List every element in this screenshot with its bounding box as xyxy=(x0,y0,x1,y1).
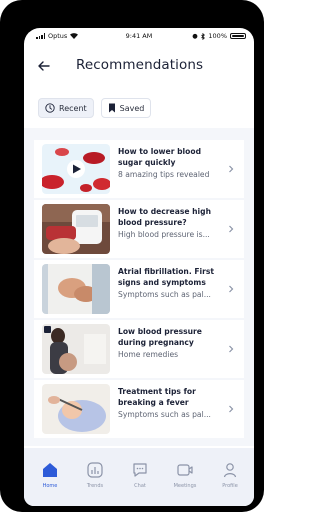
pregnant-woman-thumbnail xyxy=(42,324,110,374)
item-subtitle: Home remedies xyxy=(118,350,179,359)
list-item[interactable]: How to decrease high blood pressure? Hig… xyxy=(34,200,244,258)
blood-pressure-monitor-thumbnail xyxy=(42,204,110,254)
item-text: Low blood pressure during pregnancy Home… xyxy=(118,326,222,360)
clock-icon xyxy=(45,103,55,113)
list-item[interactable]: Low blood pressure during pregnancy Home… xyxy=(34,320,244,378)
item-title-line: blood pressure? xyxy=(118,218,187,227)
filter-chips: Recent Saved xyxy=(38,98,152,118)
item-subtitle: Symptoms such as pal... xyxy=(118,410,211,419)
tab-label: Trends xyxy=(86,483,104,489)
list-item[interactable]: How to lower blood sugar quickly 8 amazi… xyxy=(34,140,244,198)
recommendation-list: How to lower blood sugar quickly 8 amazi… xyxy=(24,136,254,446)
filter-chip-label: Recent xyxy=(59,103,87,113)
chevron-right-icon xyxy=(229,405,234,413)
item-text: How to lower blood sugar quickly 8 amazi… xyxy=(118,146,222,180)
alarm-icon xyxy=(193,33,198,39)
chevron-right-icon xyxy=(229,285,234,293)
tab-profile[interactable]: Profile xyxy=(210,460,250,489)
tab-meetings[interactable]: Meetings xyxy=(165,460,205,489)
phone-frame: Optus 9:41 AM 100% Recommendations Recen… xyxy=(0,0,264,512)
chevron-right-icon xyxy=(229,225,234,233)
tab-label: Chat xyxy=(134,483,146,489)
tab-chat[interactable]: Chat xyxy=(120,460,160,489)
status-right: 100% xyxy=(192,32,246,40)
list-item[interactable]: Treatment tips for breaking a fever Symp… xyxy=(34,380,244,438)
item-subtitle: 8 amazing tips revealed xyxy=(118,170,210,179)
status-bar: Optus 9:41 AM 100% xyxy=(24,28,254,44)
filter-chip-label: Saved xyxy=(119,103,145,113)
home-icon xyxy=(43,463,57,477)
bookmark-icon xyxy=(108,103,115,113)
trends-icon xyxy=(87,462,103,478)
tab-label: Home xyxy=(42,483,58,489)
bottom-tab-bar: Home Trends Chat Meetings Profile xyxy=(24,448,254,506)
tab-label: Meetings xyxy=(173,483,197,489)
chest-pain-thumbnail xyxy=(42,264,110,314)
item-text: Atrial fibrillation. First signs and sym… xyxy=(118,266,222,300)
item-title-line: Treatment tips for xyxy=(118,387,196,396)
tab-label: Profile xyxy=(222,483,238,489)
item-title-line: sugar quickly xyxy=(118,158,176,167)
video-call-icon xyxy=(177,464,193,476)
section-divider xyxy=(24,128,254,136)
item-subtitle: Symptoms such as pal... xyxy=(118,290,211,299)
item-text: Treatment tips for breaking a fever Symp… xyxy=(118,386,222,420)
item-title-line: Low blood pressure xyxy=(118,327,202,336)
chevron-right-icon xyxy=(229,165,234,173)
app-screen: Optus 9:41 AM 100% Recommendations Recen… xyxy=(24,28,254,506)
list-item[interactable]: Atrial fibrillation. First signs and sym… xyxy=(34,260,244,318)
filter-chip-recent[interactable]: Recent xyxy=(38,98,94,118)
child-thermometer-thumbnail xyxy=(42,384,110,434)
item-text: How to decrease high blood pressure? Hig… xyxy=(118,206,222,240)
battery-percent: 100% xyxy=(208,32,227,40)
blood-cells-video-thumbnail xyxy=(42,144,110,194)
item-title-line: signs and symptoms xyxy=(118,278,206,287)
tab-trends[interactable]: Trends xyxy=(75,460,115,489)
page-title: Recommendations xyxy=(76,57,204,73)
back-arrow-icon[interactable] xyxy=(34,56,54,76)
header: Recommendations xyxy=(24,52,254,84)
tab-home[interactable]: Home xyxy=(30,460,70,489)
item-subtitle: High blood pressure is... xyxy=(118,230,210,239)
profile-icon xyxy=(223,463,237,478)
chevron-right-icon xyxy=(229,345,234,353)
item-title-line: during pregnancy xyxy=(118,338,194,347)
item-title-line: Atrial fibrillation. First xyxy=(118,267,215,276)
item-title-line: How to lower blood xyxy=(118,147,202,156)
filter-chip-saved[interactable]: Saved xyxy=(100,98,152,118)
battery-icon xyxy=(230,33,246,39)
chat-icon xyxy=(133,463,147,477)
item-title-line: How to decrease high xyxy=(118,207,211,216)
item-title-line: breaking a fever xyxy=(118,398,189,407)
bluetooth-icon xyxy=(201,32,206,40)
